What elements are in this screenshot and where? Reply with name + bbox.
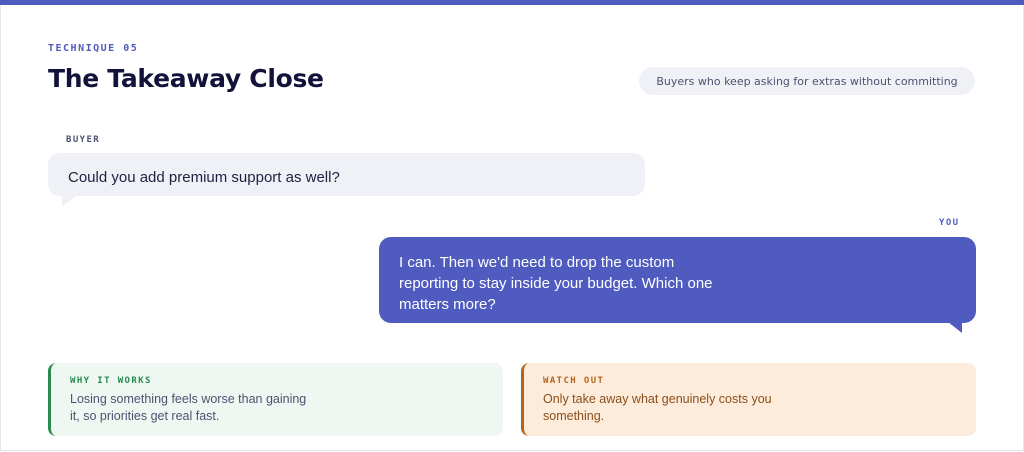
you-message-text: I can. Then we'd need to drop the custom… — [399, 254, 713, 313]
why-it-works-title: WHY IT WORKS — [70, 376, 152, 386]
accent-bar — [0, 0, 1024, 5]
you-label: YOU — [939, 218, 960, 228]
buyer-message-bubble: Could you add premium support as well? — [48, 153, 645, 207]
why-it-works-text: Losing something feels worse than gainin… — [70, 392, 307, 423]
technique-eyebrow: TECHNIQUE 05 — [48, 43, 139, 54]
scenario-tag: Buyers who keep asking for extras withou… — [639, 67, 975, 95]
page-title: The Takeaway Close — [48, 64, 324, 93]
watch-out-card: WATCH OUT Only take away what genuinely … — [521, 363, 976, 436]
buyer-message-text: Could you add premium support as well? — [68, 169, 340, 186]
why-it-works-card: WHY IT WORKS Losing something feels wors… — [48, 363, 503, 436]
you-message-bubble: I can. Then we'd need to drop the custom… — [379, 237, 976, 333]
watch-out-text: Only take away what genuinely costs you … — [543, 392, 772, 423]
buyer-label: BUYER — [66, 135, 101, 145]
watch-out-title: WATCH OUT — [543, 376, 605, 386]
